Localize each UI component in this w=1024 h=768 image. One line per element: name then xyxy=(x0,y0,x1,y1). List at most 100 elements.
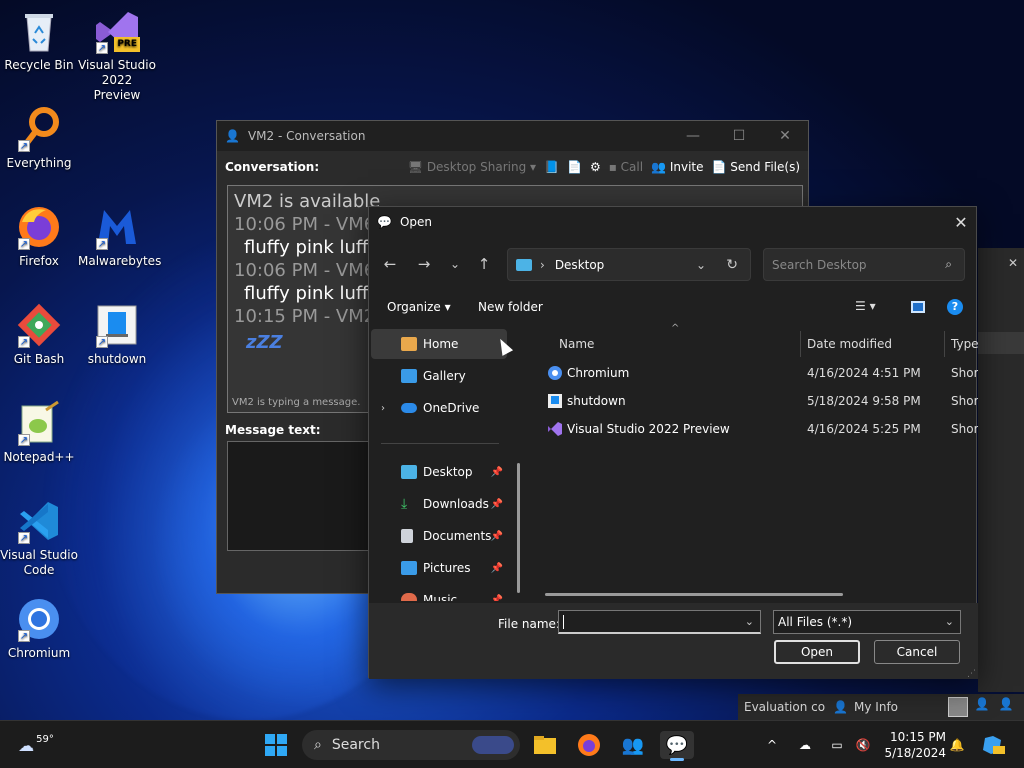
organize-button[interactable]: Organize ▾ xyxy=(387,300,451,314)
firefox-icon: ↗ xyxy=(16,204,62,250)
column-header-type[interactable]: Type xyxy=(951,331,978,357)
settings-gear-icon[interactable]: ⚙ xyxy=(590,160,601,174)
shutdown-shortcut-icon: ↗ xyxy=(94,302,140,348)
open-button[interactable]: Open xyxy=(774,640,860,664)
show-hidden-icons-chevron-icon[interactable]: ^ xyxy=(762,731,782,759)
back-arrow-icon[interactable]: ← xyxy=(379,255,401,273)
horizontal-scrollbar[interactable] xyxy=(545,593,843,596)
close-icon[interactable]: ✕ xyxy=(1008,256,1018,270)
chevron-down-icon[interactable]: ⌄ xyxy=(696,258,706,272)
desktop-icon-git-bash[interactable]: ↗ Git Bash xyxy=(0,302,78,367)
taskbar-chat-app[interactable]: 💬 xyxy=(660,731,694,761)
column-header-name[interactable]: Name xyxy=(559,331,594,357)
file-name-input[interactable]: ⌄ xyxy=(558,610,761,634)
desktop-icon-recycle-bin[interactable]: Recycle Bin xyxy=(0,8,78,73)
maximize-icon[interactable]: ☐ xyxy=(716,128,762,144)
copilot-icon[interactable] xyxy=(978,731,1008,759)
file-name: Visual Studio 2022 Preview xyxy=(567,422,730,436)
visual-studio-preview-icon: PRE ↗ xyxy=(94,8,140,54)
refresh-icon[interactable]: ↻ xyxy=(726,257,738,273)
taskbar-firefox[interactable] xyxy=(574,731,604,759)
minimize-icon[interactable]: — xyxy=(670,128,716,144)
shortcut-arrow-icon: ↗ xyxy=(18,238,30,250)
file-row[interactable]: shutdown 5/18/2024 9:58 PM Short xyxy=(527,387,978,415)
recent-locations-chevron-icon[interactable]: ⌄ xyxy=(444,257,466,271)
close-icon[interactable]: ✕ xyxy=(946,213,976,232)
desktop-icon-everything[interactable]: ↗ Everything xyxy=(0,106,78,171)
send-files-label: Send File(s) xyxy=(730,160,800,174)
clock[interactable]: 10:15 PM 5/18/2024 xyxy=(880,729,946,761)
status-button-busy[interactable]: 👤 xyxy=(996,697,1016,717)
forward-arrow-icon[interactable]: → xyxy=(413,255,435,273)
status-button-online[interactable] xyxy=(948,697,968,717)
invite-button[interactable]: 👥 Invite xyxy=(651,160,703,174)
my-info-link[interactable]: My Info xyxy=(854,700,898,714)
message-input[interactable] xyxy=(227,441,377,551)
nav-item-home[interactable]: Home xyxy=(371,329,507,359)
start-button[interactable] xyxy=(262,731,290,759)
shutdown-shortcut-icon xyxy=(547,393,563,409)
nav-item-music[interactable]: Music 📌 xyxy=(371,585,507,601)
volume-muted-icon[interactable]: 🔇 xyxy=(852,731,874,759)
desktop-icon-visual-studio-preview[interactable]: PRE ↗ Visual Studio 2022 Preview xyxy=(78,8,156,103)
up-arrow-icon[interactable]: ↑ xyxy=(473,255,495,273)
network-offline-icon[interactable]: ☁ xyxy=(794,731,816,759)
nav-item-gallery[interactable]: Gallery xyxy=(371,361,507,391)
column-separator[interactable] xyxy=(944,331,945,357)
malwarebytes-icon: ↗ xyxy=(94,204,140,250)
column-header-date[interactable]: Date modified xyxy=(807,331,892,357)
desktop-icon-notepad-plus-plus[interactable]: ↗ Notepad++ xyxy=(0,400,78,465)
chevron-down-icon[interactable]: ⌄ xyxy=(745,615,754,628)
nav-item-desktop[interactable]: Desktop 📌 xyxy=(371,457,507,487)
navigation-pane[interactable]: Home Gallery › OneDrive Desktop 📌 ⤓ Down… xyxy=(371,329,521,601)
weather-widget[interactable]: ☁ 59° xyxy=(16,731,56,759)
close-icon[interactable]: ✕ xyxy=(762,128,808,144)
invite-label: Invite xyxy=(669,160,704,174)
cancel-button[interactable]: Cancel xyxy=(874,640,960,664)
desktop-icon-label: Notepad++ xyxy=(3,450,75,464)
nav-item-onedrive[interactable]: › OneDrive xyxy=(371,393,507,423)
send-files-button[interactable]: 📄 Send File(s) xyxy=(712,160,801,174)
help-icon[interactable]: ? xyxy=(947,299,963,315)
resize-grip-icon[interactable]: ⋰ xyxy=(967,669,976,679)
desktop-sharing-button[interactable]: 🖥 Desktop Sharing ▾ xyxy=(408,160,536,174)
preview-pane-icon[interactable] xyxy=(911,301,925,313)
desktop-icon-malwarebytes[interactable]: ↗ Malwarebytes xyxy=(78,204,161,269)
file-list[interactable]: ^ Name Date modified Type Chromium 4/16/… xyxy=(527,323,978,603)
nav-scrollbar[interactable] xyxy=(517,463,520,593)
display-icon[interactable]: ▭ xyxy=(826,731,848,759)
nav-item-label: Pictures xyxy=(423,561,471,575)
background-window-row xyxy=(978,332,1024,354)
nav-item-documents[interactable]: Documents 📌 xyxy=(371,521,507,551)
desktop-icon-chromium[interactable]: ↗ Chromium xyxy=(0,596,78,661)
file-row[interactable]: Visual Studio 2022 Preview 4/16/2024 5:2… xyxy=(527,415,978,443)
expand-chevron-icon[interactable]: › xyxy=(381,403,385,414)
file-icon[interactable]: 📄 xyxy=(567,160,582,174)
view-options-button[interactable]: ☰ ▾ xyxy=(855,299,876,313)
pin-icon: 📌 xyxy=(490,562,503,574)
shortcut-arrow-icon: ↗ xyxy=(18,336,30,348)
open-dialog: 💬 Open ✕ ← → ⌄ ↑ › Desktop ⌄ ↻ Search De… xyxy=(368,206,978,679)
desktop-icon-vscode[interactable]: ↗ Visual Studio Code xyxy=(0,498,78,578)
chevron-down-icon[interactable]: ⌄ xyxy=(945,615,954,628)
notification-bell-icon[interactable]: 🔔 xyxy=(946,731,968,759)
taskbar-search-box[interactable]: ⌕ Search xyxy=(302,730,520,760)
address-bar[interactable]: › Desktop ⌄ ↻ xyxy=(507,248,751,281)
search-input[interactable]: Search Desktop ⌕ xyxy=(763,248,965,281)
taskbar-file-explorer[interactable] xyxy=(530,731,560,759)
notebook-icon[interactable]: 📘 xyxy=(544,160,559,174)
desktop-icon-label: Visual Studio xyxy=(78,58,156,72)
status-button-away[interactable]: 👤 xyxy=(972,697,992,717)
desktop-icon-firefox[interactable]: ↗ Firefox xyxy=(0,204,78,269)
desktop-icon-shutdown[interactable]: ↗ shutdown xyxy=(78,302,156,367)
new-folder-button[interactable]: New folder xyxy=(478,300,543,314)
pin-icon: 📌 xyxy=(490,466,503,478)
file-type-filter-select[interactable]: All Files (*.*) ⌄ xyxy=(773,610,961,634)
taskbar-messenger[interactable]: 👥 xyxy=(618,731,648,759)
nav-item-pictures[interactable]: Pictures 📌 xyxy=(371,553,507,583)
file-row[interactable]: Chromium 4/16/2024 4:51 PM Short xyxy=(527,359,978,387)
breadcrumb-location[interactable]: Desktop xyxy=(555,258,605,272)
call-button[interactable]: ▪ Call xyxy=(609,160,643,174)
nav-item-downloads[interactable]: ⤓ Downloads 📌 xyxy=(371,489,507,519)
column-separator[interactable] xyxy=(800,331,801,357)
